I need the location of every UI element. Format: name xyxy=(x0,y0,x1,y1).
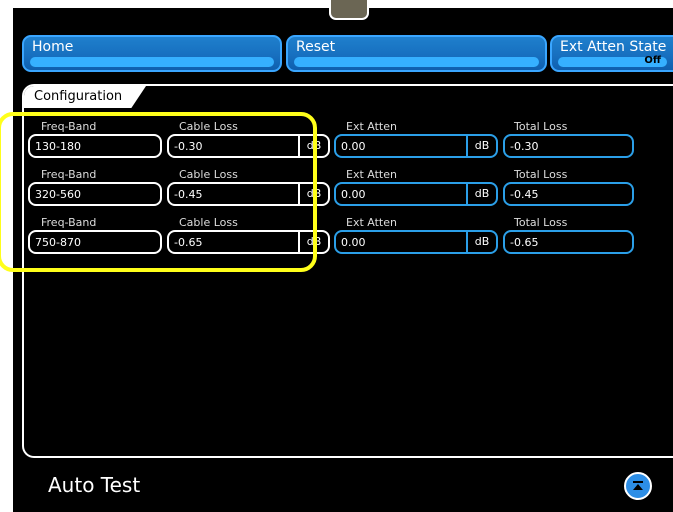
ext-atten-state-value: Off xyxy=(644,55,661,66)
home-button[interactable]: Home xyxy=(22,35,282,72)
total-loss-caption: Total Loss xyxy=(514,216,568,229)
total-loss-field: -0.45 xyxy=(503,182,634,206)
top-pull-tab[interactable] xyxy=(329,0,369,20)
ext-atten-state-button[interactable]: Ext Atten State Off xyxy=(550,35,673,72)
footer-title: Auto Test xyxy=(48,473,141,497)
configuration-tab[interactable]: Configuration xyxy=(24,86,146,108)
reset-button-bar xyxy=(294,57,539,67)
reset-button-label: Reset xyxy=(296,39,336,55)
total-loss-value: -0.45 xyxy=(510,188,539,201)
ext-atten-field[interactable]: 0.00 dB xyxy=(334,134,498,158)
home-button-bar xyxy=(30,57,274,67)
total-loss-value: -0.30 xyxy=(510,140,539,153)
ext-atten-value: 0.00 xyxy=(341,236,366,249)
ext-atten-caption: Ext Atten xyxy=(346,120,397,133)
total-loss-caption: Total Loss xyxy=(514,168,568,181)
ext-atten-unit: dB xyxy=(466,136,496,156)
ext-atten-unit: dB xyxy=(466,232,496,252)
ext-atten-value: 0.00 xyxy=(341,140,366,153)
scroll-to-top-button[interactable] xyxy=(624,472,652,500)
configuration-tab-label: Configuration xyxy=(34,89,123,104)
ext-atten-field[interactable]: 0.00 dB xyxy=(334,230,498,254)
home-button-label: Home xyxy=(32,39,74,55)
highlight-annotation xyxy=(0,112,317,272)
total-loss-value: -0.65 xyxy=(510,236,539,249)
reset-button[interactable]: Reset xyxy=(286,35,547,72)
ext-atten-caption: Ext Atten xyxy=(346,168,397,181)
ext-atten-value: 0.00 xyxy=(341,188,366,201)
total-loss-caption: Total Loss xyxy=(514,120,568,133)
scroll-to-top-icon xyxy=(633,481,643,490)
ext-atten-caption: Ext Atten xyxy=(346,216,397,229)
total-loss-field: -0.30 xyxy=(503,134,634,158)
total-loss-field: -0.65 xyxy=(503,230,634,254)
ext-atten-state-label: Ext Atten State xyxy=(560,39,667,55)
ext-atten-field[interactable]: 0.00 dB xyxy=(334,182,498,206)
ext-atten-unit: dB xyxy=(466,184,496,204)
